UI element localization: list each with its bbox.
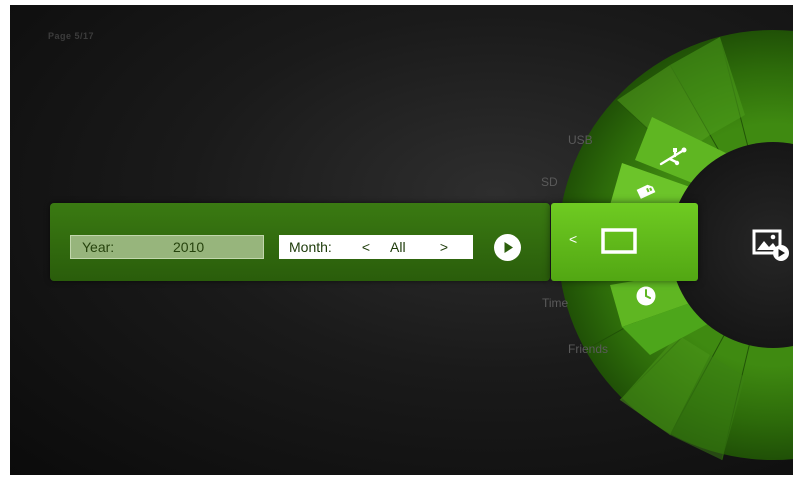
- photo-slideshow-icon[interactable]: [752, 228, 792, 262]
- date-filter-bar: Year: 2010 Month: < All >: [50, 203, 550, 281]
- usb-icon[interactable]: [658, 146, 688, 168]
- sd-card-icon[interactable]: [634, 181, 658, 201]
- month-next-button[interactable]: >: [435, 235, 453, 259]
- category-friends[interactable]: Friends: [568, 342, 608, 356]
- month-value: All: [390, 239, 406, 255]
- screen-icon: [601, 228, 637, 254]
- selected-category-tile[interactable]: <: [551, 203, 698, 281]
- month-prev-button[interactable]: <: [357, 235, 375, 259]
- year-value: 2010: [173, 239, 205, 255]
- clock-icon[interactable]: [635, 285, 657, 307]
- category-time[interactable]: Time: [542, 296, 568, 310]
- play-button[interactable]: [494, 234, 521, 261]
- year-label: Year:: [82, 239, 115, 255]
- category-sd[interactable]: SD: [541, 175, 558, 189]
- back-arrow[interactable]: <: [569, 231, 577, 247]
- play-icon: [504, 242, 513, 253]
- media-browser-screen: Page 5/17 USB SD Time Friends Year: 2010…: [10, 5, 793, 475]
- category-usb[interactable]: USB: [568, 133, 593, 147]
- month-selector[interactable]: Month: < All >: [279, 235, 473, 259]
- month-label: Month:: [289, 239, 332, 255]
- year-field[interactable]: Year: 2010: [70, 235, 264, 259]
